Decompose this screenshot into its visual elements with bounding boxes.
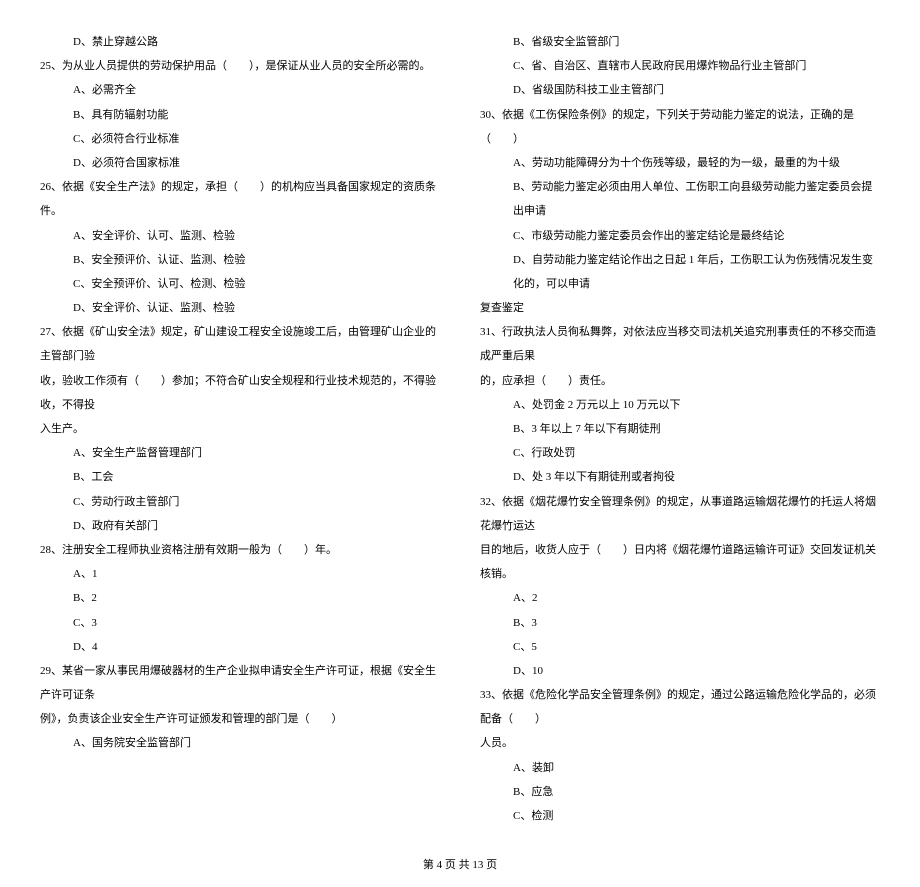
q28-option-c: C、3: [40, 611, 440, 635]
option-d-prev: D、禁止穿越公路: [40, 30, 440, 54]
question-32: 32、依据《烟花爆竹安全管理条例》的规定，从事道路运输烟花爆竹的托运人将烟花爆竹…: [480, 490, 880, 538]
question-27: 27、依据《矿山安全法》规定，矿山建设工程安全设施竣工后，由管理矿山企业的主管部…: [40, 320, 440, 368]
q32-option-d: D、10: [480, 659, 880, 683]
q30-option-d: D、自劳动能力鉴定结论作出之日起 1 年后，工伤职工认为伤残情况发生变化的，可以…: [480, 248, 880, 296]
q27-option-c: C、劳动行政主管部门: [40, 490, 440, 514]
question-30: 30、依据《工伤保险条例》的规定，下列关于劳动能力鉴定的说法，正确的是（ ）: [480, 103, 880, 151]
q30-option-c: C、市级劳动能力鉴定委员会作出的鉴定结论是最终结论: [480, 224, 880, 248]
question-32-cont: 目的地后，收货人应于（ ）日内将《烟花爆竹道路运输许可证》交回发证机关核销。: [480, 538, 880, 586]
q26-option-b: B、安全预评价、认证、监测、检验: [40, 248, 440, 272]
q27-option-b: B、工会: [40, 465, 440, 489]
q26-option-a: A、安全评价、认可、监测、检验: [40, 224, 440, 248]
q29-option-b: B、省级安全监管部门: [480, 30, 880, 54]
question-31-cont: 的，应承担（ ）责任。: [480, 369, 880, 393]
q26-option-c: C、安全预评价、认可、检测、检验: [40, 272, 440, 296]
q31-option-a: A、处罚金 2 万元以上 10 万元以下: [480, 393, 880, 417]
q27-option-d: D、政府有关部门: [40, 514, 440, 538]
q32-option-b: B、3: [480, 611, 880, 635]
q32-option-a: A、2: [480, 586, 880, 610]
question-29: 29、某省一家从事民用爆破器材的生产企业拟申请安全生产许可证，根据《安全生产许可…: [40, 659, 440, 707]
q31-option-c: C、行政处罚: [480, 441, 880, 465]
q25-option-d: D、必须符合国家标准: [40, 151, 440, 175]
question-29-cont: 例》，负责该企业安全生产许可证颁发和管理的部门是（ ）: [40, 707, 440, 731]
q28-option-b: B、2: [40, 586, 440, 610]
q27-option-a: A、安全生产监督管理部门: [40, 441, 440, 465]
question-28: 28、注册安全工程师执业资格注册有效期一般为（ ）年。: [40, 538, 440, 562]
question-33-cont: 人员。: [480, 731, 880, 755]
question-27-cont2: 入生产。: [40, 417, 440, 441]
question-33: 33、依据《危险化学品安全管理条例》的规定，通过公路运输危险化学品的，必须配备（…: [480, 683, 880, 731]
question-31: 31、行政执法人员徇私舞弊，对依法应当移交司法机关追究刑事责任的不移交而造成严重…: [480, 320, 880, 368]
q32-option-c: C、5: [480, 635, 880, 659]
q25-option-a: A、必需齐全: [40, 78, 440, 102]
q28-option-d: D、4: [40, 635, 440, 659]
q25-option-b: B、具有防辐射功能: [40, 103, 440, 127]
q26-option-d: D、安全评价、认证、监测、检验: [40, 296, 440, 320]
question-27-cont: 收，验收工作须有（ ）参加；不符合矿山安全规程和行业技术规范的，不得验收，不得投: [40, 369, 440, 417]
q31-option-d: D、处 3 年以下有期徒刑或者拘役: [480, 465, 880, 489]
q28-option-a: A、1: [40, 562, 440, 586]
q29-option-c: C、省、自治区、直辖市人民政府民用爆炸物品行业主管部门: [480, 54, 880, 78]
q33-option-b: B、应急: [480, 780, 880, 804]
page-footer: 第 4 页 共 13 页: [40, 853, 880, 877]
q29-option-a: A、国务院安全监管部门: [40, 731, 440, 755]
q25-option-c: C、必须符合行业标准: [40, 127, 440, 151]
q33-option-a: A、装卸: [480, 756, 880, 780]
question-26: 26、依据《安全生产法》的规定，承担（ ）的机构应当具备国家规定的资质条件。: [40, 175, 440, 223]
question-25: 25、为从业人员提供的劳动保护用品（ ），是保证从业人员的安全所必需的。: [40, 54, 440, 78]
q31-option-b: B、3 年以上 7 年以下有期徒刑: [480, 417, 880, 441]
q33-option-c: C、检测: [480, 804, 880, 828]
q30-option-a: A、劳动功能障碍分为十个伤残等级，最轻的为一级，最重的为十级: [480, 151, 880, 175]
q30-option-d-cont: 复查鉴定: [480, 296, 880, 320]
q30-option-b: B、劳动能力鉴定必须由用人单位、工伤职工向县级劳动能力鉴定委员会提出申请: [480, 175, 880, 223]
q29-option-d: D、省级国防科技工业主管部门: [480, 78, 880, 102]
